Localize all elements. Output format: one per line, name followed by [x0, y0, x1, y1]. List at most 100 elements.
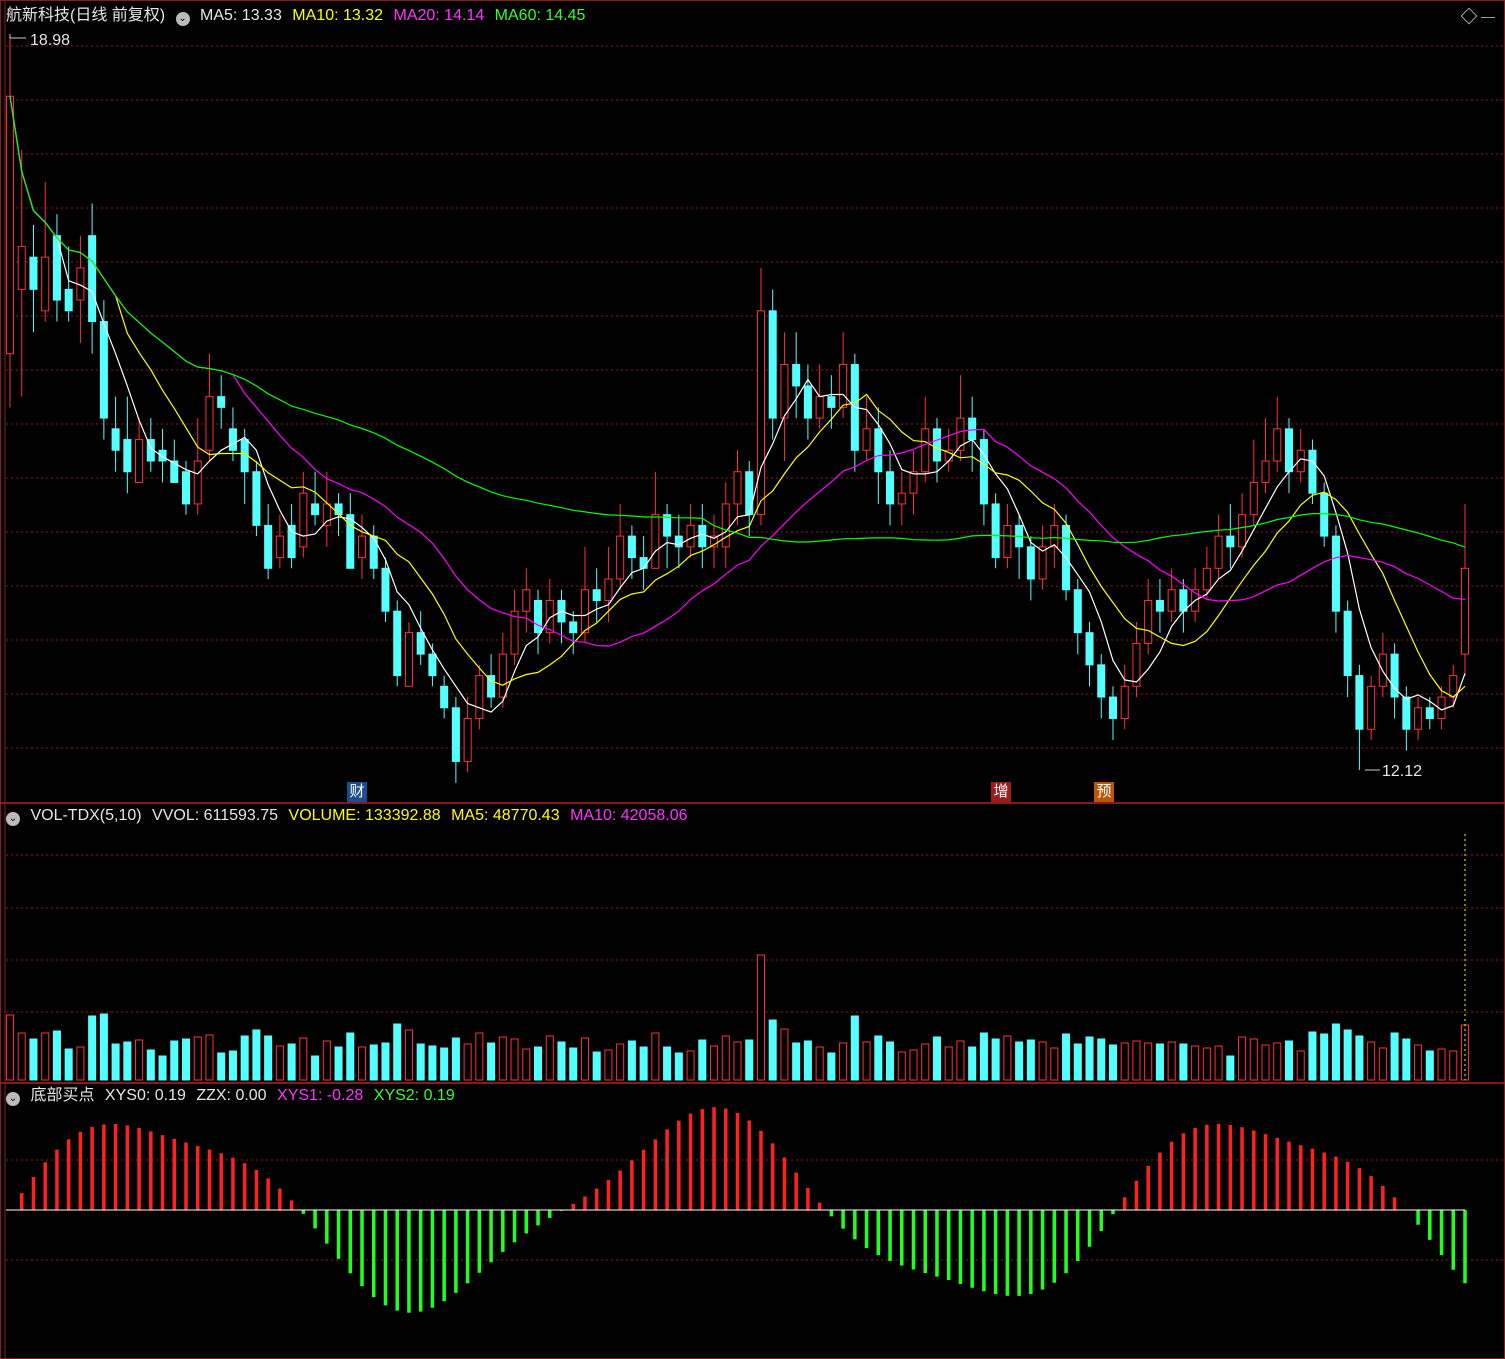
volume-bar	[287, 1043, 296, 1081]
candle-body	[381, 567, 390, 612]
candle-body	[205, 396, 214, 451]
volume-bar	[1343, 1029, 1352, 1081]
candle-body	[756, 310, 765, 516]
vol-ma5-value: MA5: 48770.43	[451, 807, 560, 824]
collapse-icon[interactable]: —	[1481, 8, 1495, 24]
volume-bar	[170, 1040, 179, 1081]
candle-body	[827, 396, 836, 408]
candle-body	[228, 428, 237, 451]
ma10-line	[9, 96, 1466, 698]
volume-bar	[1026, 1039, 1035, 1081]
volume-bar	[522, 1048, 531, 1081]
volume-bar	[1273, 1042, 1282, 1081]
volume-bar	[1449, 1050, 1458, 1081]
chart-canvas[interactable]	[0, 0, 1505, 1359]
candle-body	[1226, 535, 1235, 548]
finance-tag[interactable]: 财	[347, 782, 367, 802]
low-price-label: 12.12	[1382, 763, 1423, 780]
volume-bar	[1331, 1023, 1340, 1081]
candle-body	[639, 557, 648, 569]
candle-body	[322, 503, 331, 526]
candle-body	[1214, 535, 1223, 569]
candle-body	[264, 524, 273, 569]
volume-bar	[5, 1014, 15, 1081]
volume-bar	[1132, 1040, 1141, 1081]
volume-header: ⌄ VOL-TDX(5,10) VVOL: 611593.75 VOLUME: …	[6, 806, 693, 826]
volume-bar	[592, 1051, 601, 1081]
candle-body	[1367, 685, 1376, 730]
volume-bar	[428, 1045, 437, 1081]
volume-bar	[1226, 1055, 1235, 1081]
candle-body	[135, 439, 144, 483]
volume-bar	[1214, 1045, 1223, 1081]
candle-body	[428, 653, 437, 677]
candle-body	[1355, 675, 1364, 730]
volume-bar	[1038, 1041, 1047, 1081]
candle-body	[721, 503, 730, 548]
candle-body	[1425, 707, 1434, 720]
volume-bar	[991, 1038, 1000, 1081]
volume-bar	[146, 1049, 155, 1081]
ma5-line	[9, 96, 1466, 713]
indicator-toggle-icon[interactable]: ⌄	[6, 1092, 20, 1106]
volume-bar	[768, 1019, 777, 1081]
candle-body	[1331, 535, 1340, 612]
forecast-tag[interactable]: 预	[1094, 782, 1114, 802]
candle-body	[780, 363, 789, 419]
main-header: 航新科技(日线 前复权) ⌄ MA5: 13.33 MA10: 13.32 MA…	[6, 6, 591, 26]
candle-body	[416, 632, 425, 655]
volume-bar	[1414, 1044, 1423, 1081]
candle-body	[99, 321, 108, 419]
volume-bar	[1050, 1047, 1059, 1081]
candle-body	[1414, 707, 1423, 730]
candle-body	[686, 524, 695, 548]
volume-bar	[1402, 1038, 1411, 1081]
volume-bar	[1191, 1045, 1200, 1081]
settings-toggle-icon[interactable]: ⌄	[175, 12, 190, 26]
volume-bar	[545, 1035, 554, 1081]
volume-bar	[944, 1046, 953, 1081]
candle-body	[217, 396, 226, 408]
volume-bar	[135, 1039, 144, 1081]
volume-bar	[886, 1041, 895, 1081]
ma5-value: MA5: 13.33	[200, 7, 282, 24]
volume-bar	[1437, 1048, 1446, 1081]
candle-body	[181, 471, 191, 505]
volume-toggle-icon[interactable]: ⌄	[6, 812, 20, 826]
candle-body	[968, 417, 977, 441]
volume-bar	[862, 1041, 871, 1081]
volume-bar	[557, 1041, 566, 1081]
candle-body	[299, 492, 308, 548]
candle-body	[111, 428, 120, 451]
volume-bar	[1378, 1047, 1387, 1081]
volume-bar	[498, 1036, 507, 1081]
volume-bar	[381, 1042, 390, 1081]
volume-bar	[604, 1049, 613, 1081]
candle-body	[979, 439, 988, 505]
volume-bar	[475, 1032, 484, 1081]
increase-tag[interactable]: 增	[991, 782, 1011, 802]
volume-bar	[1425, 1050, 1434, 1081]
volume-bar	[181, 1038, 191, 1081]
volume-bar	[1179, 1043, 1188, 1081]
candle-body	[921, 428, 930, 473]
volume-bar	[322, 1040, 331, 1081]
indicator-header: ⌄ 底部买点 XYS0: 0.19 ZZX: 0.00 XYS1: -0.28 …	[6, 1086, 461, 1106]
candle-body	[569, 621, 578, 634]
candle-body	[1343, 610, 1352, 677]
vol-ma10-value: MA10: 42058.06	[570, 807, 688, 824]
volume-bar	[780, 1028, 789, 1081]
volume-bar	[1108, 1044, 1118, 1081]
volume-bar	[158, 1055, 167, 1081]
candle-body	[1460, 567, 1470, 655]
volume-bar	[1390, 1032, 1399, 1081]
candle-body	[404, 632, 413, 687]
volume-bar	[792, 1042, 801, 1081]
candle-body	[1261, 460, 1270, 483]
candle-body	[369, 535, 378, 569]
volume-bar	[264, 1035, 273, 1081]
candle-body	[616, 535, 625, 580]
candle-body	[1249, 481, 1258, 516]
stock-title: 航新科技(日线 前复权)	[6, 7, 166, 24]
candle-body	[393, 610, 402, 677]
